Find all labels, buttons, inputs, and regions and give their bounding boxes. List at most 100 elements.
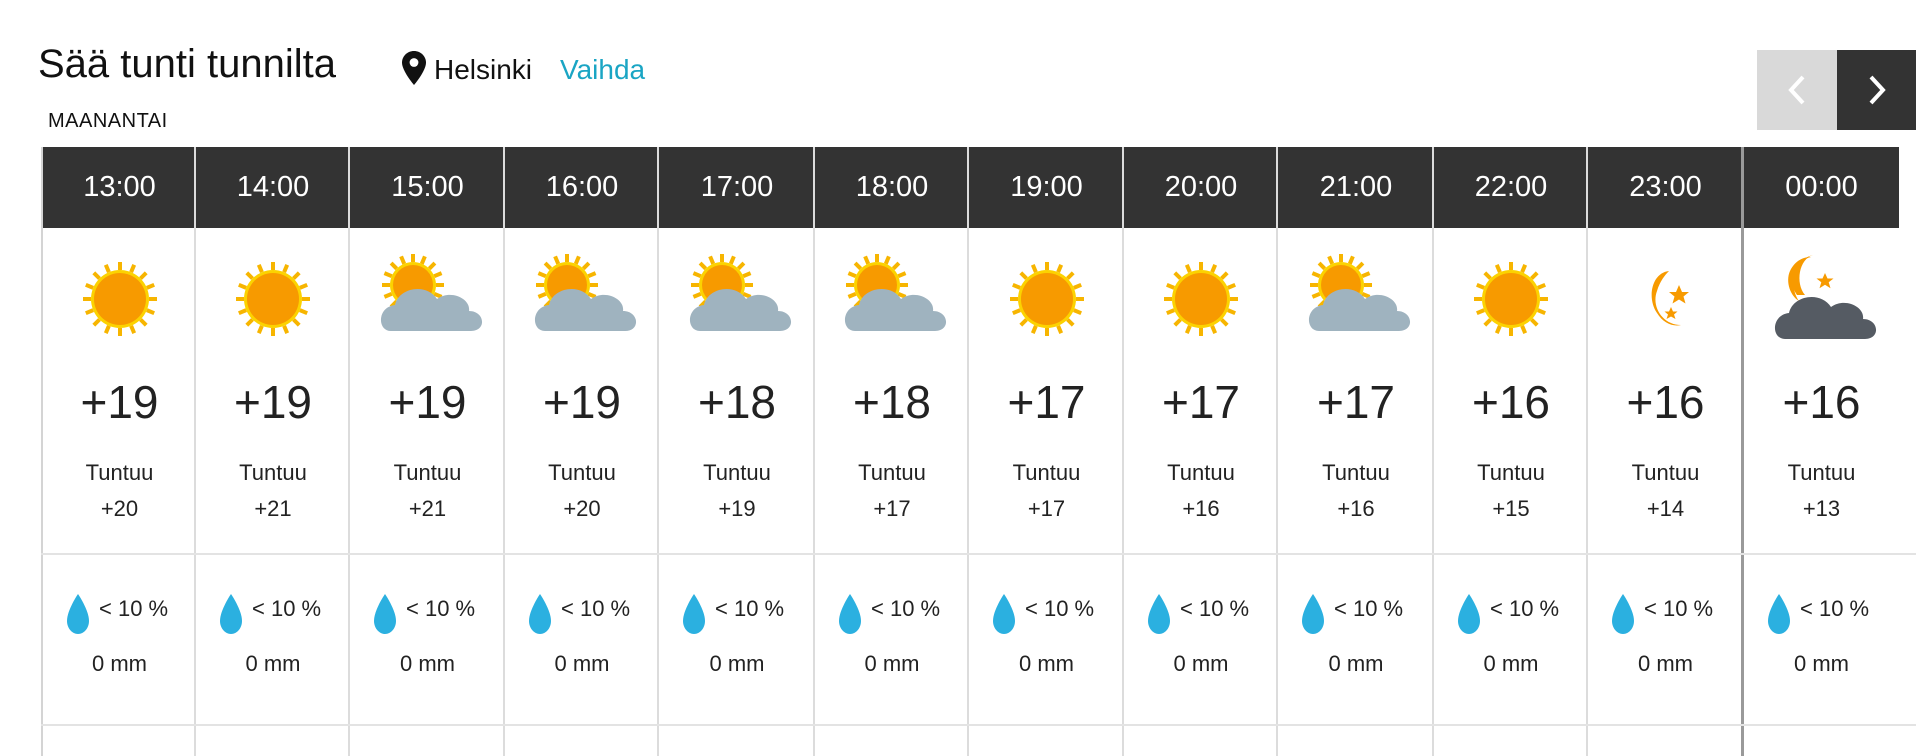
hour-label: 17:00: [659, 147, 815, 228]
precipitation-probability: < 10 %: [1025, 596, 1095, 621]
feels-like-label: Tuntuu: [85, 460, 154, 485]
hour-label: 19:00: [969, 147, 1124, 228]
feels-like-label: Tuntuu: [1012, 460, 1081, 485]
feels-like-label: Tuntuu: [1477, 460, 1545, 485]
raindrop-icon: [1148, 594, 1170, 634]
precipitation-amount: 0 mm: [1173, 651, 1229, 676]
forecast-column: 20:00 +17 Tuntuu +16 < 10 % 0 mm: [1122, 147, 1278, 756]
night-cloudy-icon: [1774, 255, 1876, 339]
temperature: +17: [1161, 376, 1241, 428]
chevron-left-icon: [1788, 75, 1805, 105]
sun-icon: [82, 262, 157, 336]
next-button[interactable]: [1837, 50, 1916, 130]
hourly-forecast-table: 13:00 +19 Tuntuu +20 < 10 % 0 mm 14:00 +…: [41, 147, 1916, 756]
precipitation-probability: < 10 %: [715, 596, 785, 621]
sun-icon: [1474, 262, 1548, 336]
forecast-column: 00:00 +16 Tuntuu +13 < 10 % 0 mm: [1741, 147, 1899, 756]
raindrop-icon: [529, 594, 551, 634]
hourly-weather-page: Sää tunti tunnilta Helsinki Vaihda MAANA…: [0, 0, 1916, 756]
precipitation-cell: < 10 % 0 mm: [1278, 554, 1434, 724]
page-title: Sää tunti tunnilta: [38, 42, 336, 86]
sun-icon: [1164, 262, 1238, 336]
temperature: +17: [1316, 376, 1396, 428]
hour-label: 18:00: [815, 147, 969, 228]
forecast-column: 13:00 +19 Tuntuu +20 < 10 % 0 mm: [41, 147, 196, 756]
forecast-column: 23:00 +16 Tuntuu +14 < 10 % 0 mm: [1586, 147, 1743, 756]
partly-cloudy-icon: [380, 254, 482, 331]
feels-like-label: Tuntuu: [858, 460, 926, 485]
feels-like-value: +17: [873, 496, 911, 521]
precipitation-cell: < 10 % 0 mm: [350, 554, 505, 724]
precipitation-cell: < 10 % 0 mm: [196, 554, 350, 724]
raindrop-icon: [1768, 594, 1790, 634]
raindrop-icon: [1612, 594, 1634, 634]
forecast-column: 19:00 +17 Tuntuu +17 < 10 % 0 mm: [967, 147, 1124, 756]
precipitation-probability: < 10 %: [871, 596, 941, 621]
feels-like-value: +21: [408, 496, 447, 521]
forecast-column: 16:00 +19 Tuntuu +20 < 10 % 0 mm: [503, 147, 659, 756]
raindrop-icon: [839, 594, 861, 634]
partly-cloudy-icon: [844, 254, 947, 331]
precipitation-cell: < 10 % 0 mm: [659, 554, 815, 724]
precipitation-cell: < 10 % 0 mm: [1744, 554, 1899, 724]
forecast-column: 14:00 +19 Tuntuu +21 < 10 % 0 mm: [194, 147, 350, 756]
hour-label: 00:00: [1744, 147, 1899, 228]
feels-like-value: +17: [1027, 496, 1066, 521]
feels-like-label: Tuntuu: [239, 460, 307, 485]
precipitation-cell: < 10 % 0 mm: [969, 554, 1124, 724]
raindrop-icon: [220, 594, 242, 634]
hour-label: 14:00: [196, 147, 350, 228]
raindrop-icon: [683, 594, 705, 634]
precipitation-amount: 0 mm: [554, 651, 610, 676]
feels-like-value: +16: [1337, 496, 1375, 521]
moon-stars-icon: [1651, 271, 1689, 326]
precipitation-probability: < 10 %: [561, 596, 631, 621]
hour-label: 15:00: [350, 147, 505, 228]
forecast-column: 15:00 +19 Tuntuu +21 < 10 % 0 mm: [348, 147, 505, 756]
feels-like-value: +19: [718, 496, 756, 521]
partly-cloudy-icon: [534, 254, 637, 331]
raindrop-icon: [67, 594, 89, 634]
precipitation-probability: < 10 %: [1800, 596, 1870, 621]
hour-label: 22:00: [1434, 147, 1588, 228]
precipitation-cell: < 10 % 0 mm: [505, 554, 659, 724]
temperature: +18: [697, 376, 777, 428]
precipitation-probability: < 10 %: [406, 596, 476, 621]
forecast-column: 17:00 +18 Tuntuu +19 < 10 % 0 mm: [657, 147, 815, 756]
precipitation-probability: < 10 %: [252, 596, 322, 621]
forecast-column: 22:00 +16 Tuntuu +15 < 10 % 0 mm: [1432, 147, 1588, 756]
feels-like-label: Tuntuu: [1631, 460, 1700, 485]
feels-like-label: Tuntuu: [1322, 460, 1390, 485]
feels-like-label: Tuntuu: [548, 460, 616, 485]
temperature: +19: [233, 376, 313, 428]
hour-label: 20:00: [1124, 147, 1278, 228]
precipitation-amount: 0 mm: [864, 651, 920, 676]
location-name: Helsinki: [434, 54, 533, 85]
raindrop-icon: [374, 594, 396, 634]
precipitation-probability: < 10 %: [1644, 596, 1714, 621]
previous-button[interactable]: [1757, 50, 1837, 130]
temperature: +17: [1007, 376, 1086, 428]
precipitation-cell: < 10 % 0 mm: [1588, 554, 1743, 724]
feels-like-value: +21: [254, 496, 292, 521]
forecast-column: 18:00 +18 Tuntuu +17 < 10 % 0 mm: [813, 147, 969, 756]
partly-cloudy-icon: [1308, 254, 1411, 331]
precipitation-amount: 0 mm: [245, 651, 301, 676]
precipitation-probability: < 10 %: [1180, 596, 1250, 621]
sun-icon: [236, 262, 310, 336]
change-location-link[interactable]: Vaihda: [560, 54, 645, 86]
hour-label: 13:00: [43, 147, 196, 228]
feels-like-value: +14: [1646, 496, 1685, 521]
forecast-column: 21:00 +17 Tuntuu +16 < 10 % 0 mm: [1276, 147, 1434, 756]
precipitation-cell: < 10 % 0 mm: [815, 554, 969, 724]
row-divider: [41, 553, 1916, 555]
feels-like-value: +20: [563, 496, 601, 521]
temperature: +16: [1626, 376, 1705, 428]
precipitation-amount: 0 mm: [709, 651, 765, 676]
feels-like-value: +16: [1182, 496, 1220, 521]
feels-like-label: Tuntuu: [1167, 460, 1235, 485]
precipitation-cell: < 10 % 0 mm: [43, 554, 196, 724]
precipitation-cell: < 10 % 0 mm: [1124, 554, 1278, 724]
precipitation-amount: 0 mm: [400, 651, 455, 676]
sun-icon: [1009, 262, 1084, 336]
